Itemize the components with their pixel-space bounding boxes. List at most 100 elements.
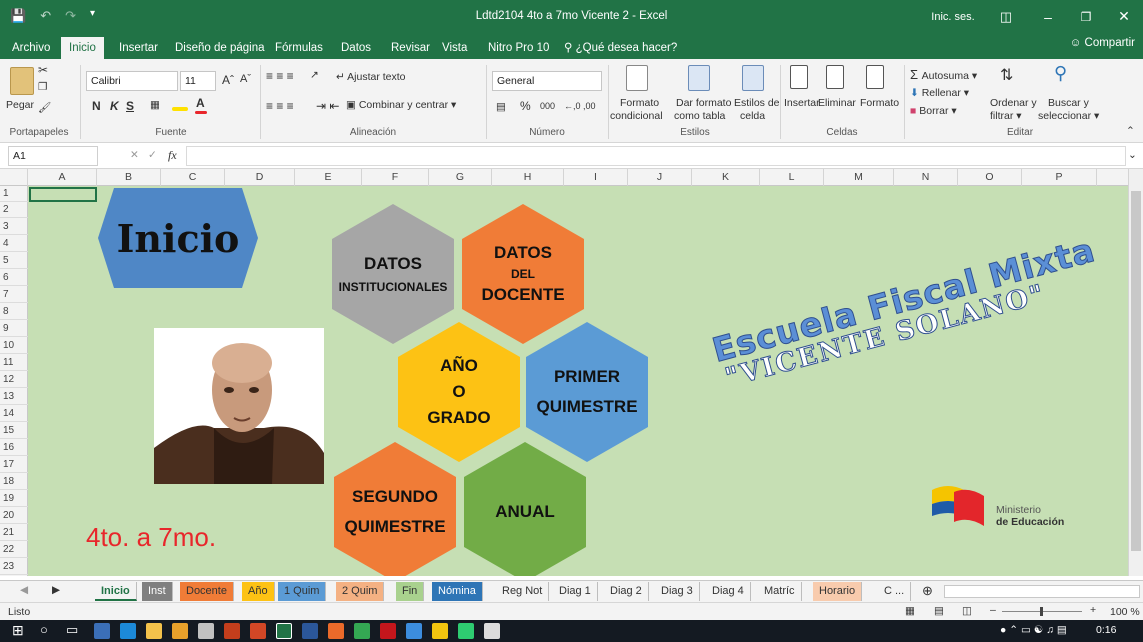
app-icon[interactable]	[432, 623, 448, 639]
sheet-tab-more[interactable]: C ...	[878, 582, 912, 601]
tell-me-box[interactable]: ⚲ ¿Qué desea hacer?	[556, 37, 685, 59]
insert-function-icon[interactable]: fx	[168, 148, 177, 163]
zoom-in-icon[interactable]: +	[1090, 604, 1096, 616]
cancel-entry-icon[interactable]: ✕	[130, 149, 139, 161]
chrome-icon[interactable]	[354, 623, 370, 639]
conditional-format-button[interactable]: Formato	[620, 97, 659, 109]
inicio-banner[interactable]: Inicio	[98, 188, 258, 288]
powerpoint-icon[interactable]	[250, 623, 266, 639]
grow-font-icon[interactable]: Aˆ	[222, 73, 234, 87]
next-sheet-icon[interactable]: ▶	[52, 584, 60, 596]
zoom-out-icon[interactable]: –	[990, 604, 996, 616]
task-view-icon[interactable]: ▭	[66, 622, 78, 638]
row-header[interactable]: 2	[0, 202, 28, 218]
format-painter-icon[interactable]: 🖌	[38, 101, 51, 114]
sort-filter-button[interactable]: Ordenar y	[990, 97, 1037, 109]
sheet-tab-matric[interactable]: Matríc	[758, 582, 802, 601]
confirm-entry-icon[interactable]: ✓	[148, 149, 157, 161]
row-header[interactable]: 12	[0, 372, 28, 388]
tab-insertar[interactable]: Insertar	[111, 37, 166, 59]
signin-link[interactable]: Inic. ses.	[923, 11, 983, 23]
keyboard-app-icon[interactable]	[94, 623, 110, 639]
collapse-ribbon-icon[interactable]: ⌃	[1126, 125, 1135, 137]
tab-inicio[interactable]: Inicio	[61, 37, 104, 59]
hex-datos-docente[interactable]: DATOS DEL DOCENTE	[462, 204, 584, 344]
close-icon[interactable]: ✕	[1105, 8, 1143, 25]
font-size-select[interactable]: 11	[180, 71, 216, 91]
row-header[interactable]: 22	[0, 542, 28, 558]
column-header[interactable]: J	[628, 169, 692, 186]
excel-icon[interactable]	[276, 623, 292, 639]
column-header[interactable]: I	[564, 169, 628, 186]
sheet-tab-2quim[interactable]: 2 Quim	[336, 582, 385, 601]
column-header[interactable]: A	[28, 169, 97, 186]
column-header[interactable]: K	[692, 169, 760, 186]
sheet-tab-diag1[interactable]: Diag 1	[553, 582, 598, 601]
sheet-tab-fin[interactable]: Fin	[396, 582, 425, 601]
app-icon[interactable]	[172, 623, 188, 639]
fill-button[interactable]: ⬇ Rellenar ▾	[910, 87, 969, 99]
hex-datos-institucionales[interactable]: DATOS INSTITUCIONALES	[332, 204, 454, 344]
indent-icon[interactable]: ⇥ ⇤	[316, 99, 339, 113]
underline-button[interactable]: S	[126, 99, 134, 113]
hex-primer-quimestre[interactable]: PRIMER QUIMESTRE	[526, 322, 648, 462]
restore-icon[interactable]: ❐	[1067, 10, 1105, 24]
column-header[interactable]: H	[492, 169, 564, 186]
row-header[interactable]: 21	[0, 525, 28, 541]
fill-color-icon[interactable]	[172, 107, 188, 111]
tab-diseno[interactable]: Diseño de página	[167, 37, 273, 59]
row-header[interactable]: 3	[0, 219, 28, 235]
orientation-icon[interactable]: ↗	[310, 69, 319, 81]
sheet-tab-inst[interactable]: Inst	[142, 582, 173, 601]
row-header[interactable]: 4	[0, 236, 28, 252]
row-header[interactable]: 20	[0, 508, 28, 524]
share-button[interactable]: ☺ Compartir	[1070, 37, 1135, 49]
sheet-tab-horario[interactable]: Horario	[813, 582, 863, 601]
row-header[interactable]: 13	[0, 389, 28, 405]
insert-cells-button[interactable]: Insertar	[784, 97, 820, 109]
acrobat-icon[interactable]	[380, 623, 396, 639]
align-left-icon[interactable]: ≡ ≡ ≡	[266, 99, 294, 113]
column-header[interactable]: C	[161, 169, 225, 186]
cell-styles-button[interactable]: Estilos de	[734, 97, 780, 109]
copy-icon[interactable]: ❐	[38, 81, 47, 93]
tab-datos[interactable]: Datos	[333, 37, 379, 59]
column-header[interactable]: N	[894, 169, 958, 186]
app-icon[interactable]	[458, 623, 474, 639]
row-header[interactable]: 9	[0, 321, 28, 337]
vertical-scrollbar[interactable]	[1128, 169, 1143, 576]
row-header[interactable]: 17	[0, 457, 28, 473]
column-header[interactable]: L	[760, 169, 824, 186]
format-table-button[interactable]: Dar formato	[676, 97, 731, 109]
merge-center-button[interactable]: ▣ Combinar y centrar ▾	[346, 99, 456, 111]
expand-formula-icon[interactable]: ⌄	[1128, 149, 1137, 161]
row-header[interactable]: 15	[0, 423, 28, 439]
word-icon[interactable]	[302, 623, 318, 639]
hex-segundo-quimestre[interactable]: SEGUNDO QUIMESTRE	[334, 442, 456, 576]
column-header[interactable]: D	[225, 169, 295, 186]
tab-archivo[interactable]: Archivo	[4, 37, 58, 59]
row-header[interactable]: 23	[0, 559, 28, 575]
prev-sheet-icon[interactable]: ◀	[20, 584, 28, 596]
font-color-icon[interactable]: A	[196, 96, 205, 110]
sheet-tab-anio[interactable]: Año	[242, 582, 275, 601]
vertical-scroll-thumb[interactable]	[1131, 191, 1141, 551]
sheet-tab-docente[interactable]: Docente	[180, 582, 234, 601]
decimal-icon[interactable]: ←,0 ,00	[564, 101, 596, 111]
tab-nitro[interactable]: Nitro Pro 10	[480, 37, 557, 59]
app-icon[interactable]	[198, 623, 214, 639]
sheet-tab-regnot[interactable]: Reg Not	[496, 582, 550, 601]
zoom-level[interactable]: 100 %	[1110, 606, 1140, 618]
system-tray-icons[interactable]: ● ⌃ ▭ ☯ ♫ ▤	[1000, 624, 1067, 636]
page-layout-icon[interactable]: ▤	[934, 605, 944, 617]
column-header[interactable]: G	[429, 169, 492, 186]
tab-vista[interactable]: Vista	[434, 37, 475, 59]
row-header[interactable]: 6	[0, 270, 28, 286]
page-break-icon[interactable]: ◫	[962, 605, 972, 617]
row-header[interactable]: 8	[0, 304, 28, 320]
firefox-icon[interactable]	[328, 623, 344, 639]
worksheet-area[interactable]: Inicio DATOS INSTITUCIONALES DATOS DEL D…	[28, 186, 1128, 576]
horizontal-scrollbar[interactable]	[944, 585, 1140, 598]
italic-button[interactable]: K	[110, 99, 119, 113]
column-header[interactable]: F	[362, 169, 429, 186]
